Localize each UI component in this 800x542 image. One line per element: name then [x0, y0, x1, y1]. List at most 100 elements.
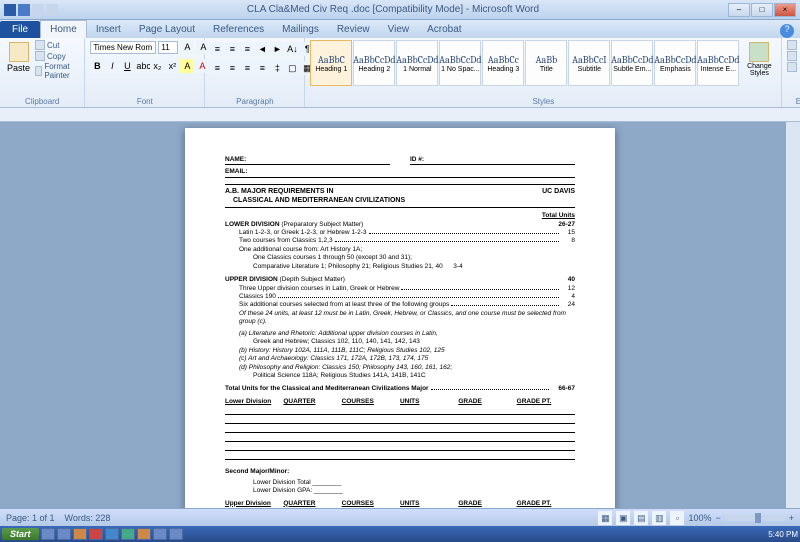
- find-icon: [787, 40, 797, 50]
- view-print-button[interactable]: ▦: [598, 511, 612, 525]
- ribbon: Paste Cut Copy Format Painter Clipboard …: [0, 38, 800, 108]
- clipboard-label: Clipboard: [0, 97, 84, 106]
- font-name-input[interactable]: [90, 41, 156, 54]
- taskbar-icon[interactable]: [121, 528, 135, 540]
- paste-button[interactable]: Paste: [5, 40, 32, 75]
- copy-icon: [35, 51, 45, 61]
- tab-insert[interactable]: Insert: [87, 21, 130, 38]
- tab-review[interactable]: Review: [328, 21, 379, 38]
- statusbar: Page: 1 of 1 Words: 228 ▦ ▣ ▤ ▥ ▫ 100% −…: [0, 508, 800, 526]
- system-tray[interactable]: 5:40 PM: [768, 530, 798, 539]
- taskbar-icon[interactable]: [41, 528, 55, 540]
- highlight-button[interactable]: A: [180, 59, 194, 73]
- multilevel-button[interactable]: ≡: [240, 42, 254, 56]
- align-left-button[interactable]: ≡: [210, 61, 224, 75]
- styles-gallery[interactable]: AaBbCHeading 1 AaBbCcDdHeading 2 AaBbCcD…: [310, 40, 739, 86]
- shading-button[interactable]: ▢: [285, 61, 299, 75]
- style-normal[interactable]: AaBbCcDd1 Normal: [396, 40, 438, 86]
- find-button[interactable]: Find: [787, 40, 800, 50]
- cut-button[interactable]: Cut: [35, 40, 79, 50]
- indent-dec-button[interactable]: ◄: [255, 42, 269, 56]
- zoom-in-button[interactable]: +: [789, 513, 794, 523]
- subscript-button[interactable]: x₂: [150, 59, 164, 73]
- zoom-out-button[interactable]: −: [715, 513, 720, 523]
- group-clipboard: Paste Cut Copy Format Painter Clipboard: [0, 38, 85, 107]
- close-button[interactable]: ×: [774, 3, 796, 17]
- second-major: Second Major/Minor:: [225, 468, 289, 476]
- document-area[interactable]: NAME:ID #: EMAIL: A.B. MAJOR REQUIREMENT…: [0, 122, 800, 508]
- format-painter-button[interactable]: Format Painter: [35, 62, 79, 80]
- view-web-button[interactable]: ▤: [634, 511, 648, 525]
- tab-acrobat[interactable]: Acrobat: [418, 21, 470, 38]
- style-nospacing[interactable]: AaBbCcDd1 No Spac...: [439, 40, 481, 86]
- select-button[interactable]: Select: [787, 62, 800, 72]
- lower-div-hdr: LOWER DIVISION: [225, 221, 280, 228]
- maximize-button[interactable]: □: [751, 3, 773, 17]
- redo-icon[interactable]: [46, 4, 58, 16]
- tab-mailings[interactable]: Mailings: [273, 21, 328, 38]
- zoom-level[interactable]: 100%: [688, 513, 711, 523]
- help-icon[interactable]: ?: [780, 24, 794, 38]
- style-subtitle[interactable]: AaBbCcISubtitle: [568, 40, 610, 86]
- page-count[interactable]: Page: 1 of 1: [6, 513, 55, 523]
- styles-label: Styles: [305, 97, 781, 106]
- font-size-input[interactable]: [158, 41, 178, 54]
- undo-icon[interactable]: [32, 4, 44, 16]
- strike-button[interactable]: abc: [135, 59, 149, 73]
- underline-button[interactable]: U: [120, 59, 134, 73]
- ruler[interactable]: [0, 108, 800, 122]
- align-center-button[interactable]: ≡: [225, 61, 239, 75]
- replace-button[interactable]: Replace: [787, 51, 800, 61]
- view-outline-button[interactable]: ▥: [652, 511, 666, 525]
- copy-button[interactable]: Copy: [35, 51, 79, 61]
- grow-font-button[interactable]: A: [180, 40, 194, 54]
- style-heading2[interactable]: AaBbCcDdHeading 2: [353, 40, 395, 86]
- taskbar-icon[interactable]: [57, 528, 71, 540]
- table-row: [225, 408, 575, 415]
- taskbar-icon[interactable]: [137, 528, 151, 540]
- indent-inc-button[interactable]: ►: [270, 42, 284, 56]
- word-count[interactable]: Words: 228: [65, 513, 111, 523]
- style-title[interactable]: AaBbTitle: [525, 40, 567, 86]
- view-draft-button[interactable]: ▫: [670, 511, 684, 525]
- tab-home[interactable]: Home: [40, 20, 87, 38]
- linespacing-button[interactable]: ‡: [270, 61, 284, 75]
- paste-icon: [9, 42, 29, 62]
- italic-button[interactable]: I: [105, 59, 119, 73]
- taskbar-icon[interactable]: [169, 528, 183, 540]
- window-title: CLA Cla&Med Civ Req .doc [Compatibility …: [58, 4, 728, 15]
- bullets-button[interactable]: ≡: [210, 42, 224, 56]
- window-controls: – □ ×: [728, 3, 796, 17]
- sort-button[interactable]: A↓: [285, 42, 299, 56]
- table-row: [225, 435, 575, 442]
- style-emphasis[interactable]: AaBbCcDdEmphasis: [654, 40, 696, 86]
- style-heading1[interactable]: AaBbCHeading 1: [310, 40, 352, 86]
- taskbar-icon[interactable]: [105, 528, 119, 540]
- taskbar-icon[interactable]: [153, 528, 167, 540]
- style-subtleem[interactable]: AaBbCcDdSubtle Em...: [611, 40, 653, 86]
- bold-button[interactable]: B: [90, 59, 104, 73]
- total-units-hdr: Total Units: [542, 212, 575, 220]
- font-label: Font: [85, 97, 204, 106]
- tab-references[interactable]: References: [204, 21, 273, 38]
- style-heading3[interactable]: AaBbCcHeading 3: [482, 40, 524, 86]
- vertical-scrollbar[interactable]: [786, 122, 800, 508]
- minimize-button[interactable]: –: [728, 3, 750, 17]
- tab-view[interactable]: View: [379, 21, 419, 38]
- align-right-button[interactable]: ≡: [240, 61, 254, 75]
- superscript-button[interactable]: x²: [165, 59, 179, 73]
- start-button[interactable]: Start: [2, 528, 39, 540]
- justify-button[interactable]: ≡: [255, 61, 269, 75]
- save-icon[interactable]: [18, 4, 30, 16]
- taskbar-icon[interactable]: [73, 528, 87, 540]
- zoom-slider[interactable]: [725, 515, 785, 521]
- word-icon: [4, 4, 16, 16]
- change-styles-button[interactable]: Change Styles: [742, 40, 776, 79]
- style-intenseem[interactable]: AaBbCcDdIntense E...: [697, 40, 739, 86]
- view-fullscreen-button[interactable]: ▣: [616, 511, 630, 525]
- id-label: ID #:: [410, 156, 424, 163]
- file-tab[interactable]: File: [0, 21, 40, 38]
- taskbar-icon[interactable]: [89, 528, 103, 540]
- tab-pagelayout[interactable]: Page Layout: [130, 21, 204, 38]
- numbering-button[interactable]: ≡: [225, 42, 239, 56]
